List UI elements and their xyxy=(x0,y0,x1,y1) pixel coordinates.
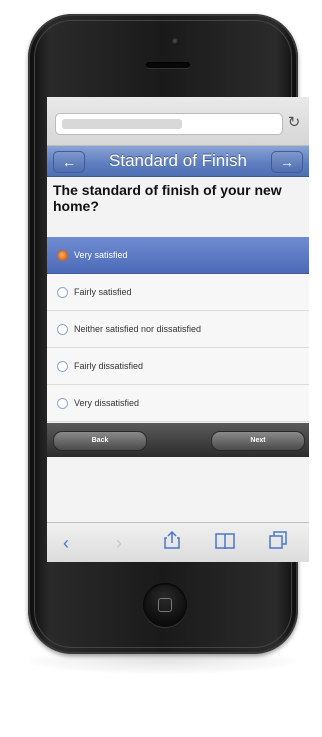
url-text-blurred xyxy=(62,119,182,129)
radio-unselected-icon[interactable] xyxy=(57,324,68,335)
url-field[interactable] xyxy=(55,113,283,135)
option-label: Neither satisfied nor dissatisfied xyxy=(74,324,202,334)
page-title: Standard of Finish xyxy=(109,151,247,170)
bookmarks-icon[interactable] xyxy=(210,531,240,555)
home-square-icon xyxy=(158,598,172,612)
option-fairly-satisfied[interactable]: Fairly satisfied xyxy=(47,274,309,311)
option-very-satisfied[interactable]: Very satisfied xyxy=(47,237,309,274)
phone-screen: ↻ ← Standard of Finish → The standard of… xyxy=(47,97,309,562)
arrow-left-icon: ← xyxy=(62,154,76,170)
earpiece-speaker xyxy=(146,62,190,68)
option-neither[interactable]: Neither satisfied nor dissatisfied xyxy=(47,311,309,348)
arrow-right-icon: → xyxy=(280,154,294,170)
browser-toolbar: ‹ › xyxy=(47,522,309,562)
question-text: The standard of finish of your new home? xyxy=(53,182,282,214)
option-very-dissatisfied[interactable]: Very dissatisfied xyxy=(47,385,309,422)
option-label: Very satisfied xyxy=(74,250,128,260)
browser-address-bar: ↻ xyxy=(47,97,309,146)
page-header: ← Standard of Finish → xyxy=(47,146,309,177)
back-button[interactable]: Back xyxy=(53,431,147,451)
option-fairly-dissatisfied[interactable]: Fairly dissatisfied xyxy=(47,348,309,385)
answer-options-list: Very satisfied Fairly satisfied Neither … xyxy=(47,237,309,422)
tabs-icon[interactable] xyxy=(263,531,293,555)
option-label: Fairly satisfied xyxy=(74,287,132,297)
radio-unselected-icon[interactable] xyxy=(57,398,68,409)
option-label: Fairly dissatisfied xyxy=(74,361,144,371)
browser-forward-icon[interactable]: › xyxy=(104,531,134,555)
header-back-button[interactable]: ← xyxy=(53,151,85,173)
home-button[interactable] xyxy=(143,583,187,627)
empty-page-area xyxy=(47,457,309,522)
radio-unselected-icon[interactable] xyxy=(57,287,68,298)
survey-nav-bar: Back Next xyxy=(47,423,309,457)
browser-back-icon[interactable]: ‹ xyxy=(51,531,81,555)
reload-icon[interactable]: ↻ xyxy=(285,114,303,132)
header-next-button[interactable]: → xyxy=(271,151,303,173)
front-camera-icon xyxy=(172,38,179,45)
radio-unselected-icon[interactable] xyxy=(57,361,68,372)
option-label: Very dissatisfied xyxy=(74,398,140,408)
next-button[interactable]: Next xyxy=(211,431,305,451)
radio-selected-icon[interactable] xyxy=(57,250,68,261)
share-icon[interactable] xyxy=(157,530,187,555)
